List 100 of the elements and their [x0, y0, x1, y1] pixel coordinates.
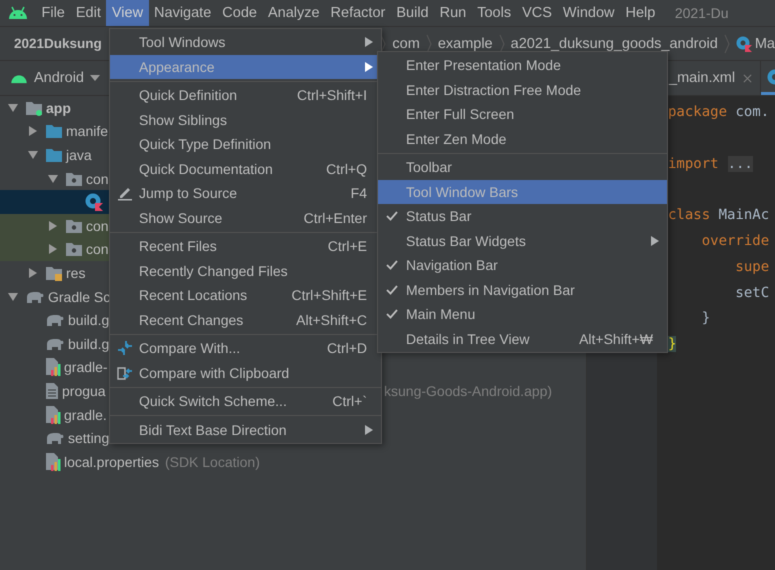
code-token: override: [700, 232, 770, 249]
menu-item[interactable]: Run: [434, 0, 472, 26]
expanded-arrow-icon[interactable]: [8, 292, 18, 302]
menu-item[interactable]: Quick Documentation Ctrl+Q: [110, 156, 381, 181]
document-icon: [45, 382, 59, 399]
check-icon: [386, 309, 398, 320]
menu-item[interactable]: Quick Switch Scheme... Ctrl+`: [110, 389, 381, 414]
dropdown-caret-icon: [90, 75, 100, 81]
menu-item[interactable]: Navigation Bar: [378, 253, 667, 278]
tree-item[interactable]: con: [86, 218, 109, 234]
menu-item[interactable]: Status Bar Widgets: [378, 228, 667, 253]
android-logo-icon: [8, 6, 28, 20]
menu-item[interactable]: Refactor: [325, 0, 391, 26]
menu-item[interactable]: Compare with Clipboard: [110, 360, 381, 385]
tree-item[interactable]: con: [86, 170, 109, 187]
menu-item[interactable]: Tool Windows: [110, 30, 381, 54]
code-token: MainAc: [718, 207, 770, 224]
tree-item[interactable]: java: [66, 146, 92, 163]
menu-item[interactable]: Quick Definition Ctrl+Shift+I: [110, 83, 381, 108]
code-token: supe: [734, 258, 770, 275]
tree-item[interactable]: Gradle Sc: [48, 288, 110, 305]
code-token: package: [668, 104, 728, 120]
menu-item[interactable]: Details in Tree View Alt+Shift+₩: [378, 326, 667, 351]
kotlin-class-icon: [736, 36, 752, 52]
tree-item[interactable]: con: [86, 241, 109, 258]
window-title: 2021-Du: [674, 5, 729, 21]
menu-item[interactable]: Build: [390, 0, 434, 26]
menu-item[interactable]: Analyze: [262, 0, 326, 26]
expanded-arrow-icon[interactable]: [48, 174, 58, 184]
package-folder-icon: [65, 170, 83, 187]
tree-item[interactable]: build.g: [68, 312, 110, 328]
menu-item[interactable]: Main Menu: [378, 302, 667, 326]
breadcrumb[interactable]: a2021_duksung_goods_android: [510, 36, 718, 52]
menu-item[interactable]: Quick Type Definition: [110, 132, 381, 156]
menu-item[interactable]: Tools: [472, 0, 517, 26]
menu-item[interactable]: Enter Presentation Mode: [378, 53, 667, 78]
menu-item[interactable]: Bidi Text Base Direction: [110, 418, 381, 442]
menu-item[interactable]: View: [106, 0, 149, 26]
menu-item[interactable]: File: [36, 0, 70, 26]
breadcrumb[interactable]: example: [438, 36, 493, 52]
expanded-arrow-icon[interactable]: [8, 102, 18, 113]
menu-item[interactable]: Window: [557, 0, 620, 26]
menu-item[interactable]: Toolbar: [378, 155, 667, 180]
menu-item[interactable]: Recently Changed Files: [110, 258, 381, 283]
chevron-icon: [724, 34, 730, 54]
tree-item[interactable]: local.properties: [64, 454, 159, 470]
tree-item[interactable]: gradle-: [64, 359, 108, 376]
code-token: }: [668, 336, 676, 352]
collapsed-arrow-icon[interactable]: [48, 220, 58, 231]
folder-icon: [45, 123, 63, 140]
menu-item[interactable]: Help: [620, 0, 661, 26]
code-token: class: [668, 207, 710, 224]
check-icon: [386, 260, 398, 270]
kotlin-class-icon: [85, 193, 103, 212]
tree-item[interactable]: res: [66, 264, 86, 281]
menu-item[interactable]: Jump to Source F4: [110, 181, 381, 206]
pencil-icon: [116, 185, 132, 202]
breadcrumb[interactable]: com: [392, 36, 420, 52]
compare-arrows-icon: [116, 340, 132, 356]
tree-item[interactable]: progua: [62, 382, 106, 399]
resource-folder-icon: [45, 264, 63, 281]
menu-item[interactable]: Recent Changes Alt+Shift+C: [110, 308, 381, 332]
menu-item[interactable]: Compare With... Ctrl+D: [110, 336, 381, 360]
expanded-arrow-icon[interactable]: [28, 150, 38, 160]
collapsed-arrow-icon[interactable]: [48, 244, 58, 254]
menu-item[interactable]: Show Siblings: [110, 108, 381, 132]
menu-item[interactable]: VCS: [516, 0, 558, 26]
tree-item[interactable]: manife: [66, 123, 108, 140]
tree-item[interactable]: app: [46, 100, 71, 116]
code-token: setC: [734, 284, 770, 301]
menu-item[interactable]: Members in Navigation Bar: [378, 278, 667, 302]
collapsed-arrow-icon[interactable]: [28, 126, 38, 136]
tree-item[interactable]: setting: [68, 430, 110, 446]
properties-file-icon: [45, 358, 61, 376]
folder-icon: [45, 146, 63, 163]
menu-item[interactable]: Recent Files Ctrl+E: [110, 234, 381, 258]
elephant-icon: [45, 431, 65, 446]
menu-item[interactable]: Enter Full Screen: [378, 102, 667, 126]
menu-item[interactable]: Code: [216, 0, 262, 26]
menu-item[interactable]: Edit: [70, 0, 106, 26]
package-folder-icon: [65, 218, 83, 234]
menu-item[interactable]: Enter Distraction Free Mode: [378, 78, 667, 102]
close-icon[interactable]: [743, 74, 752, 82]
menu-item[interactable]: Enter Zen Mode: [378, 126, 667, 151]
menu-item[interactable]: Show Source Ctrl+Enter: [110, 206, 381, 230]
menu-item[interactable]: Recent Locations Ctrl+Shift+E: [110, 283, 381, 308]
tree-item[interactable]: gradle.: [64, 406, 107, 423]
menu-item[interactable]: Navigate: [148, 0, 217, 26]
elephant-icon: [45, 336, 65, 351]
project-name[interactable]: 2021Duksung: [0, 36, 102, 51]
breadcrumb[interactable]: Ma: [736, 36, 775, 52]
package-folder-icon: [65, 241, 83, 258]
elephant-icon: [45, 313, 65, 328]
tree-item[interactable]: build.g: [68, 336, 110, 352]
tree-item-note: ksung-Goods-Android.app): [384, 382, 552, 399]
menu-item[interactable]: Status Bar: [378, 204, 667, 228]
tree-item-note: (SDK Location): [164, 454, 260, 470]
project-view-dropdown[interactable]: Android: [10, 70, 100, 86]
collapsed-arrow-icon[interactable]: [28, 268, 38, 278]
clipboard-compare-icon: [116, 364, 132, 381]
